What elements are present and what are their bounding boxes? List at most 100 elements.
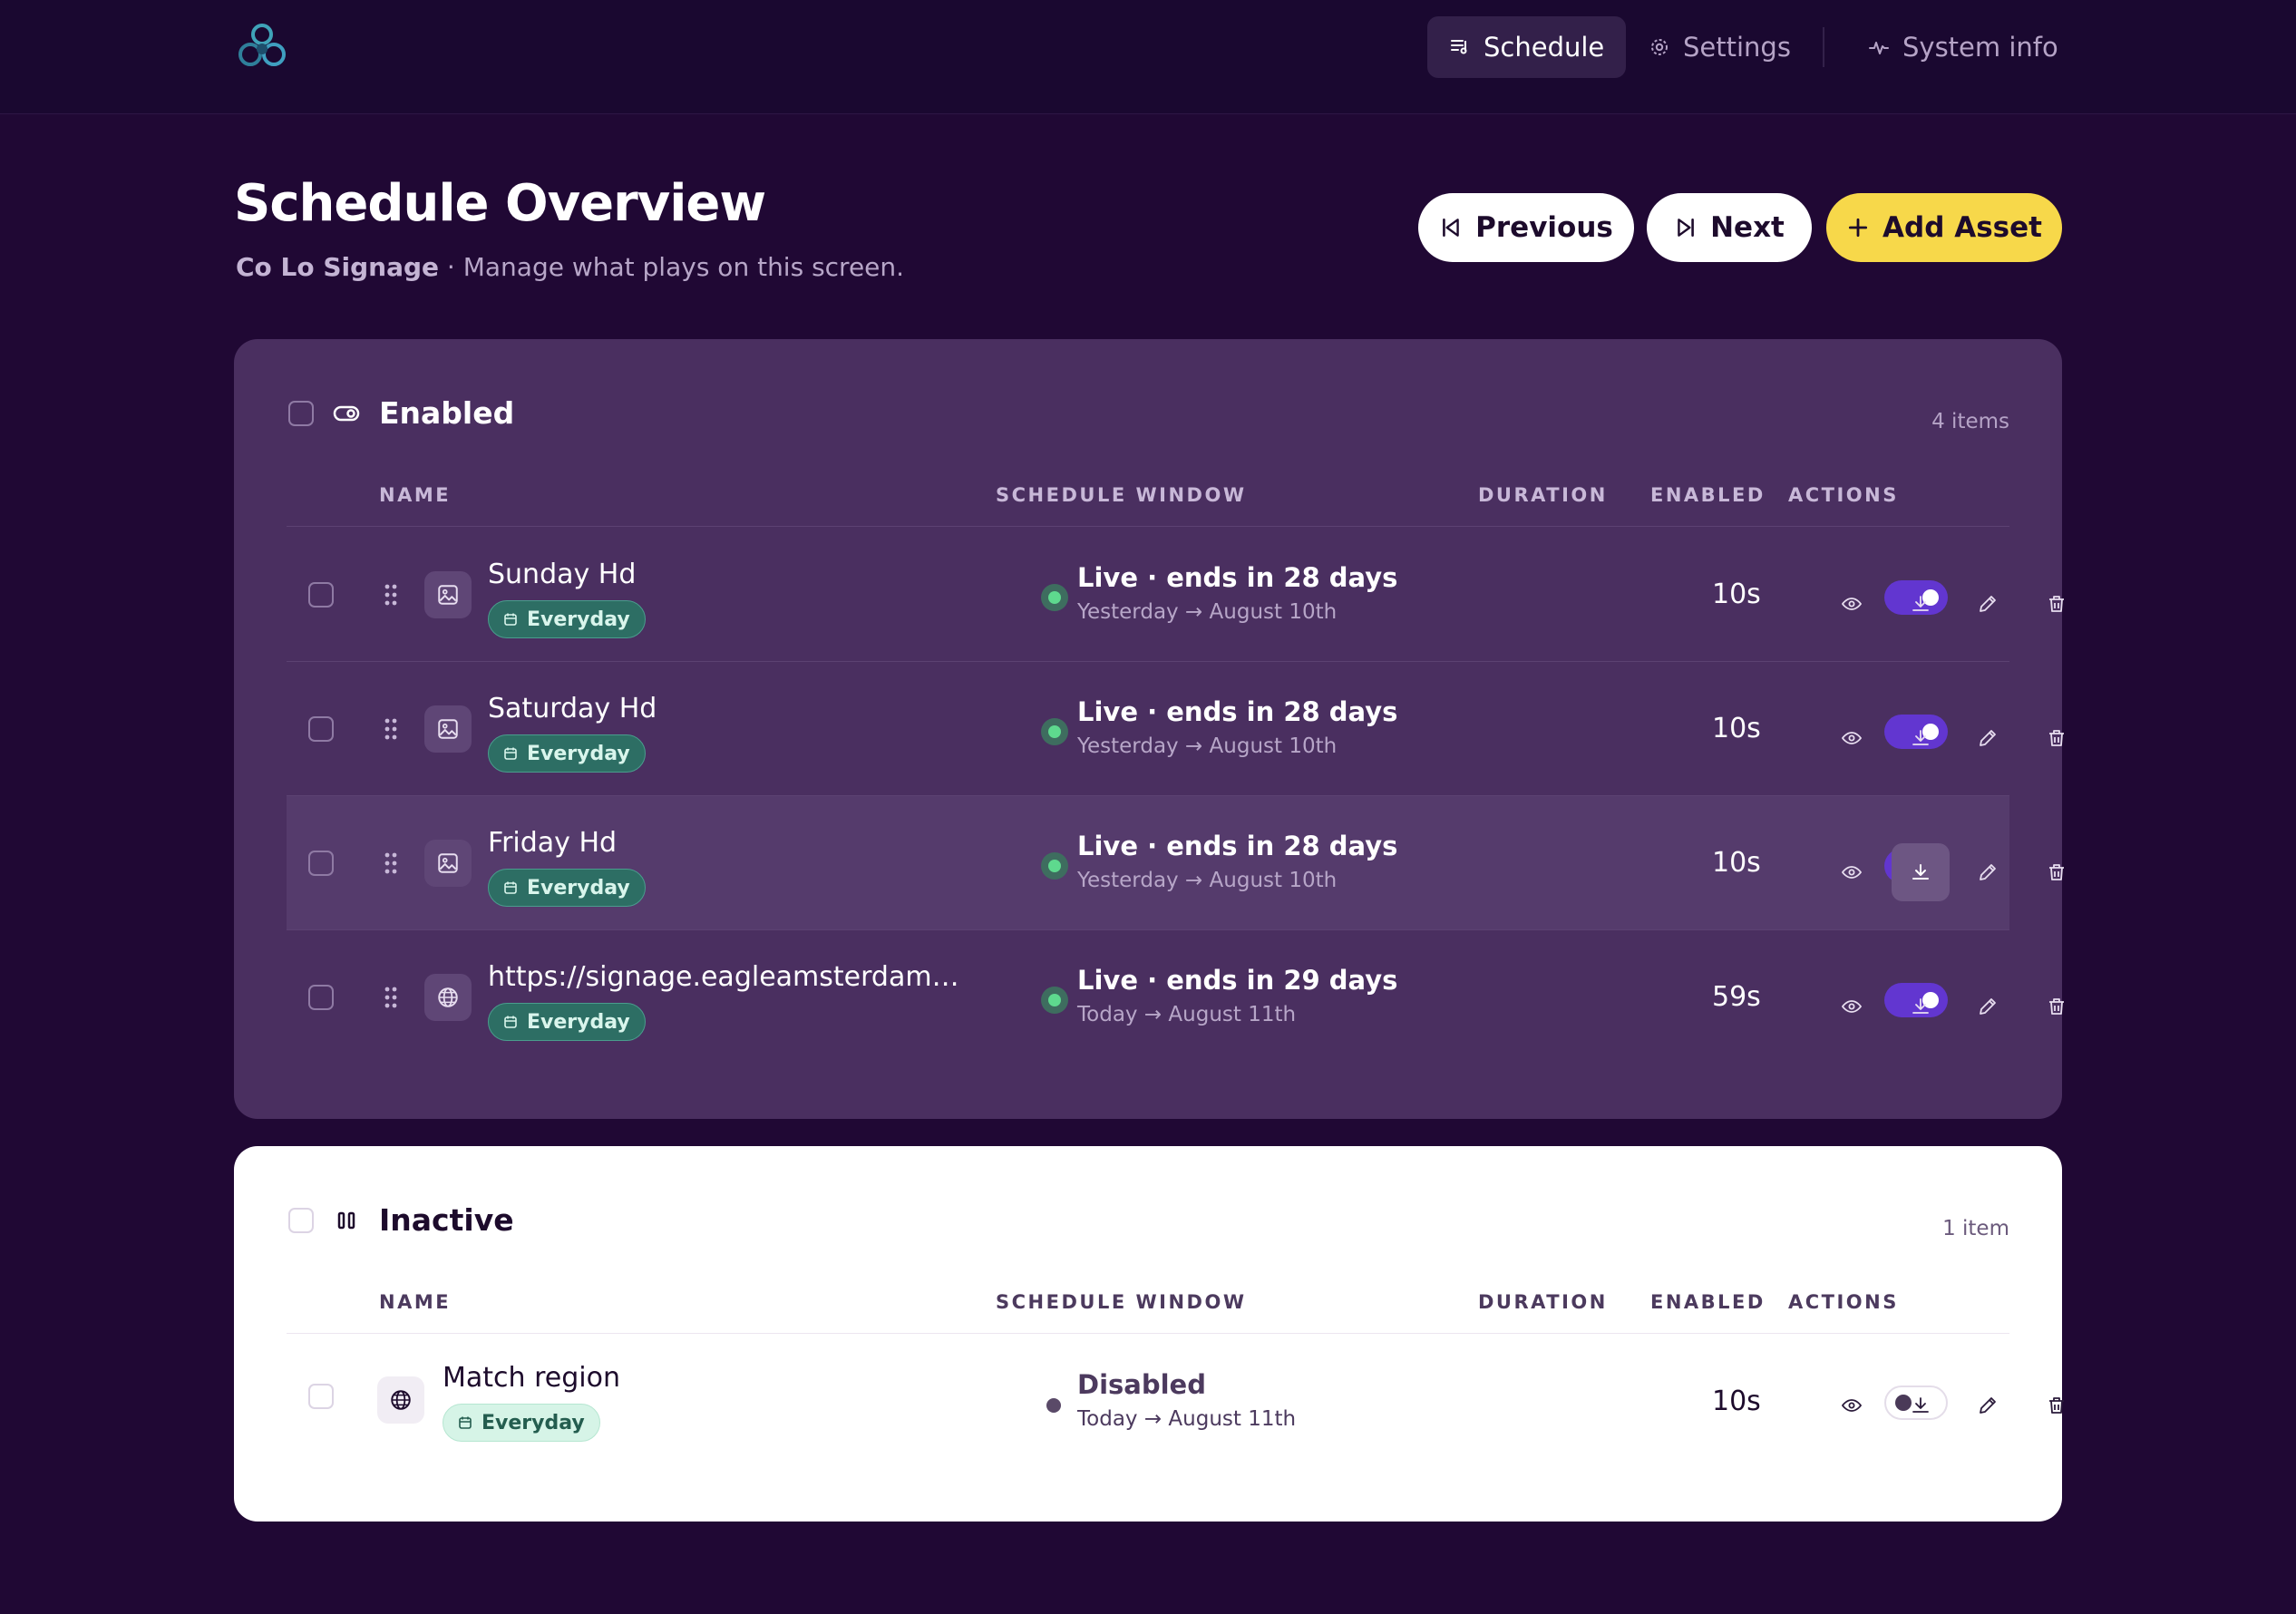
edit-button[interactable] (1959, 709, 2017, 767)
preview-button[interactable] (1823, 977, 1881, 1035)
edit-button[interactable] (1959, 843, 2017, 901)
schedule-range: Yesterday → August 10th (1077, 734, 1338, 758)
duration-value: 10s (1712, 847, 1761, 879)
nav-schedule[interactable]: Schedule (1427, 16, 1627, 78)
pencil-icon (1980, 730, 1996, 746)
column-header-name[interactable]: NAME (379, 484, 451, 506)
schedule-status: Live · ends in 28 days (1077, 831, 1398, 861)
column-header-enabled: ENABLED (1650, 1291, 1766, 1313)
table-row[interactable]: https://signage.eagleamsterdam… Everyday… (287, 930, 2064, 1065)
row-checkbox[interactable] (308, 716, 334, 742)
table-row[interactable]: Sunday Hd Everyday Live · ends in 28 day… (287, 528, 2064, 662)
schedule-badge: Everyday (488, 1003, 646, 1041)
delete-button[interactable] (2028, 843, 2086, 901)
live-status-dot (1041, 987, 1068, 1014)
delete-button[interactable] (2028, 709, 2086, 767)
row-checkbox[interactable] (308, 851, 334, 876)
preview-button[interactable] (1823, 575, 1881, 633)
column-header-actions: ACTIONS (1788, 1291, 1899, 1313)
live-status-dot (1041, 718, 1068, 745)
web-type-icon (424, 974, 472, 1021)
schedule-range: Today → August 11th (1077, 1407, 1297, 1431)
enabled-section: Enabled 4 items NAME SCHEDULE WINDOW DUR… (234, 339, 2064, 1119)
eye-icon (1841, 1000, 1863, 1013)
gear-icon (1651, 39, 1668, 55)
inactive-section-header: Inactive (288, 1202, 514, 1238)
page-title: Schedule Overview (234, 174, 766, 233)
table-row[interactable]: Match region Everyday Disabled Today → A… (287, 1335, 2064, 1469)
column-header-duration[interactable]: DURATION (1478, 1291, 1608, 1313)
row-checkbox[interactable] (308, 985, 334, 1010)
download-button[interactable] (1892, 1376, 1950, 1434)
download-icon (1912, 1397, 1929, 1413)
drag-handle-icon[interactable] (383, 582, 399, 608)
schedule-status: Live · ends in 28 days (1077, 696, 1398, 727)
download-button[interactable] (1892, 709, 1950, 767)
delete-button[interactable] (2028, 575, 2086, 633)
column-header-schedule[interactable]: SCHEDULE WINDOW (996, 484, 1246, 506)
inactive-item-count: 1 item (1942, 1217, 2009, 1240)
inactive-section: Inactive 1 item NAME SCHEDULE WINDOW DUR… (234, 1146, 2064, 1522)
asset-name: Saturday Hd (488, 693, 657, 724)
schedule-badge: Everyday (488, 869, 646, 907)
inactive-section-title: Inactive (379, 1202, 514, 1238)
select-all-enabled-checkbox[interactable] (288, 400, 314, 426)
nav-system-info[interactable]: System info (1846, 16, 2080, 78)
download-button[interactable] (1892, 575, 1950, 633)
web-type-icon (377, 1376, 424, 1424)
column-header-name[interactable]: NAME (379, 1291, 451, 1313)
duration-value: 10s (1712, 1386, 1761, 1417)
nav-settings-label: Settings (1683, 32, 1791, 63)
edit-button[interactable] (1959, 1376, 2017, 1434)
pencil-icon (1980, 596, 1996, 612)
table-row[interactable]: Saturday Hd Everyday Live · ends in 28 d… (287, 662, 2064, 796)
add-asset-button[interactable]: Add Asset (1826, 193, 2062, 262)
page-subtitle: Co Lo Signage · Manage what plays on thi… (236, 252, 904, 282)
preview-button[interactable] (1823, 1376, 1881, 1434)
drag-handle-icon[interactable] (383, 851, 399, 876)
previous-button[interactable]: Previous (1418, 193, 1634, 262)
image-type-icon (424, 571, 472, 618)
calendar-icon (504, 747, 517, 760)
delete-button[interactable] (2028, 977, 2086, 1035)
column-header-duration[interactable]: DURATION (1478, 484, 1608, 506)
eye-icon (1841, 732, 1863, 744)
edit-button[interactable] (1959, 977, 2017, 1035)
delete-button[interactable] (2028, 1376, 2086, 1434)
pencil-icon (1980, 864, 1996, 880)
asset-name: Sunday Hd (488, 559, 637, 590)
skip-back-icon (1443, 219, 1459, 237)
app-logo-icon[interactable] (234, 22, 290, 73)
table-row[interactable]: Friday Hd Everyday Live · ends in 28 day… (287, 796, 2064, 930)
next-button[interactable]: Next (1647, 193, 1812, 262)
nav-system-info-label: System info (1902, 32, 2058, 63)
column-header-schedule[interactable]: SCHEDULE WINDOW (996, 1291, 1246, 1313)
duration-value: 59s (1712, 981, 1761, 1013)
download-icon (1912, 864, 1929, 880)
enabled-section-title: Enabled (379, 395, 515, 431)
pause-icon (337, 1211, 355, 1229)
edit-button[interactable] (1959, 575, 2017, 633)
download-button[interactable] (1892, 977, 1950, 1035)
calendar-icon (504, 1016, 517, 1028)
pencil-icon (1980, 1397, 1996, 1414)
nav-divider (1823, 27, 1824, 67)
globe-icon (391, 1390, 411, 1410)
preview-button[interactable] (1823, 709, 1881, 767)
top-nav: Schedule Settings System info (0, 0, 2296, 114)
select-all-inactive-checkbox[interactable] (288, 1207, 314, 1233)
asset-name: Match region (443, 1362, 620, 1394)
disabled-status-dot (1046, 1398, 1061, 1413)
download-button[interactable] (1892, 843, 1950, 901)
download-icon (1912, 998, 1929, 1014)
add-asset-label: Add Asset (1883, 211, 2042, 244)
schedule-badge-label: Everyday (527, 608, 630, 631)
drag-handle-icon[interactable] (383, 985, 399, 1010)
drag-handle-icon[interactable] (383, 716, 399, 742)
nav-settings[interactable]: Settings (1627, 16, 1813, 78)
row-checkbox[interactable] (308, 582, 334, 608)
trash-icon (2049, 596, 2064, 612)
preview-button[interactable] (1823, 843, 1881, 901)
row-checkbox[interactable] (308, 1384, 334, 1409)
schedule-status: Live · ends in 29 days (1077, 965, 1398, 996)
